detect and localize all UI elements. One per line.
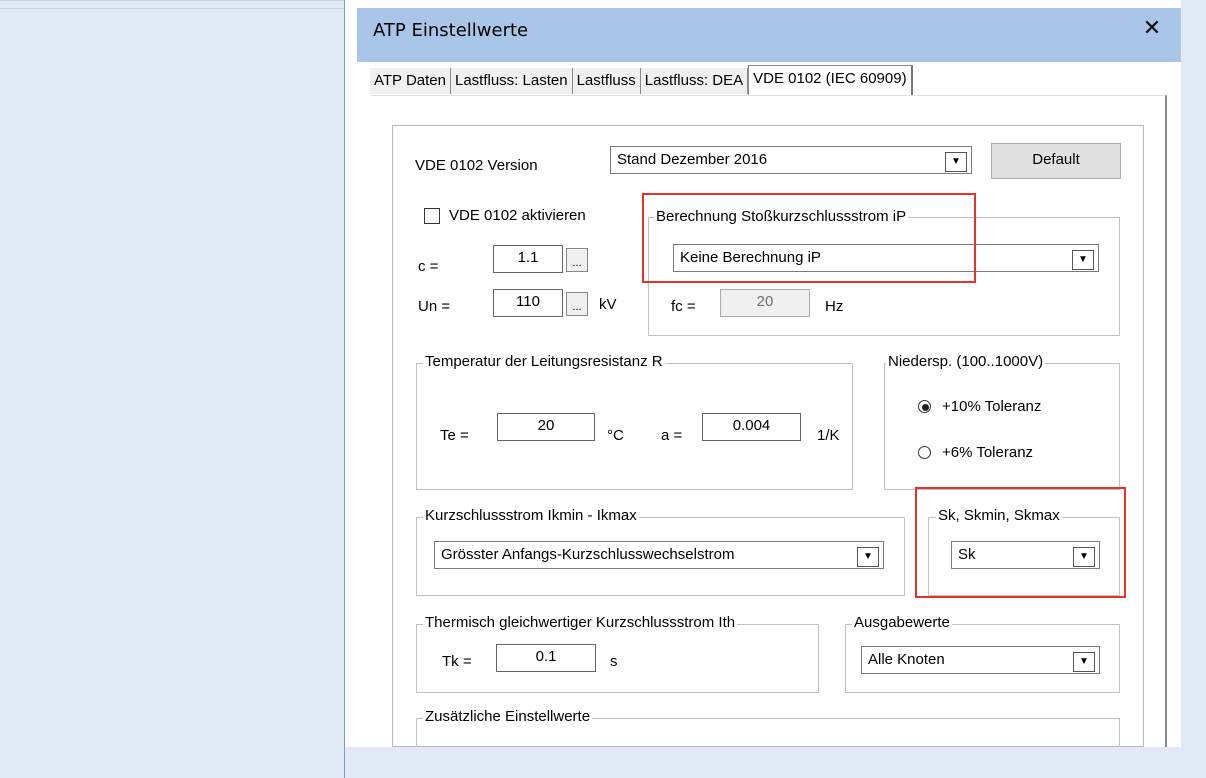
a-input[interactable]: 0.004 [702, 413, 801, 441]
tab-atp-daten[interactable]: ATP Daten [370, 68, 451, 94]
tab-lastfluss-lasten[interactable]: Lastfluss: Lasten [450, 68, 573, 94]
c-dots-button[interactable]: ... [566, 248, 588, 272]
window-title: ATP Einstellwerte [373, 20, 529, 41]
tab-bar: ATP Daten Lastfluss: Lasten Lastfluss La… [370, 65, 913, 96]
un-unit: kV [599, 296, 617, 313]
niedersp-group-title: Niedersp. (100..1000V) [886, 353, 1046, 370]
tolerance-6-radio[interactable] [918, 446, 931, 459]
tab-vde-0102[interactable]: VDE 0102 (IEC 60909) [748, 65, 913, 96]
tab-lastfluss[interactable]: Lastfluss [572, 68, 641, 94]
ik-group-title: Kurzschlussstrom Ikmin - Ikmax [423, 507, 639, 524]
bottom-strip [345, 747, 1181, 778]
chevron-down-icon: ▼ [945, 152, 967, 172]
divider [0, 0, 345, 1]
c-input[interactable]: 1.1 [493, 245, 563, 273]
chevron-down-icon: ▼ [1072, 250, 1094, 270]
ith-group [416, 624, 819, 693]
un-dots-button[interactable]: ... [566, 292, 588, 316]
a-label: a = [661, 427, 683, 444]
a-unit: 1/K [817, 427, 840, 444]
ik-value: Grösster Anfangs-Kurzschlusswechselstrom [441, 546, 735, 563]
un-input[interactable]: 110 [493, 289, 563, 317]
default-button[interactable]: Default [991, 143, 1121, 179]
te-input[interactable]: 20 [497, 413, 595, 441]
activate-label: VDE 0102 aktivieren [449, 207, 586, 224]
ith-group-title: Thermisch gleichwertiger Kurzschlussstro… [423, 614, 738, 631]
output-value: Alle Knoten [868, 651, 945, 668]
divider [0, 8, 345, 9]
temperature-group-title: Temperatur der Leitungsresistanz R [423, 353, 665, 370]
highlight-box [642, 193, 976, 283]
niedersp-group [884, 363, 1120, 490]
fc-unit: Hz [825, 298, 844, 315]
activate-checkbox[interactable] [424, 208, 440, 224]
chevron-down-icon: ▼ [857, 547, 879, 567]
tolerance-6-label: +6% Toleranz [942, 444, 1034, 461]
pane-splitter[interactable] [344, 0, 345, 778]
tk-unit: s [610, 653, 618, 670]
fc-input[interactable]: 20 [720, 289, 810, 317]
un-label: Un = [418, 298, 451, 315]
tk-input[interactable]: 0.1 [496, 644, 596, 672]
close-icon[interactable]: ✕ [1136, 14, 1168, 42]
left-pane [0, 0, 345, 778]
extra-group-title: Zusätzliche Einstellwerte [423, 708, 593, 725]
output-select[interactable]: Alle Knoten ▼ [861, 646, 1100, 674]
tk-label: Tk = [442, 653, 472, 670]
version-label: VDE 0102 Version [415, 157, 538, 174]
ik-select[interactable]: Grösster Anfangs-Kurzschlusswechselstrom… [434, 541, 884, 569]
te-unit: °C [607, 427, 624, 444]
highlight-box [915, 487, 1126, 598]
tolerance-10-radio[interactable] [918, 400, 931, 413]
version-select[interactable]: Stand Dezember 2016 ▼ [610, 146, 972, 174]
right-pane [1181, 0, 1206, 778]
version-value: Stand Dezember 2016 [617, 151, 768, 168]
c-label: c = [418, 258, 439, 275]
output-group-title: Ausgabewerte [852, 614, 952, 631]
chevron-down-icon: ▼ [1073, 652, 1095, 672]
fc-label: fc = [671, 298, 696, 315]
te-label: Te = [440, 427, 469, 444]
tab-lastfluss-dea[interactable]: Lastfluss: DEA [640, 68, 749, 94]
tolerance-10-label: +10% Toleranz [942, 398, 1042, 415]
